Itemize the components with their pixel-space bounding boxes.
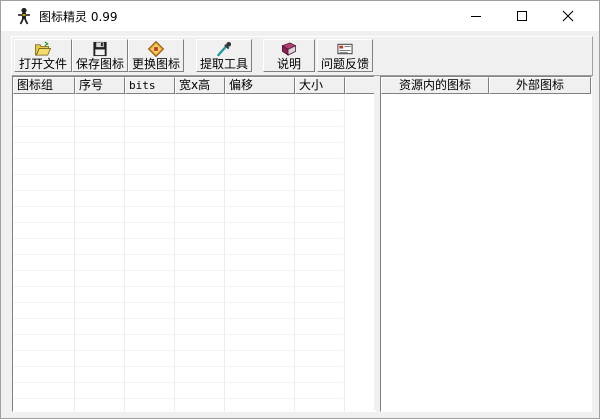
icon-group-list[interactable]: 图标组 序号 bits 宽x高 偏移 大小 [12,76,376,412]
grid-row-line [13,206,343,207]
replace-icon [147,41,165,57]
grid-row-line [13,318,343,319]
grid-row-line [13,158,343,159]
column-header-index[interactable]: 序号 [75,77,125,94]
icon-group-list-header: 图标组 序号 bits 宽x高 偏移 大小 [13,77,375,94]
replace-icon-label: 更换图标 [131,57,180,71]
toolbar: 打开文件 保存图标 更换图标 提取工具 说明 问题反馈 [11,36,593,76]
column-header-resource-icons[interactable]: 资源内的图标 [381,77,489,94]
grid-row-line [13,286,343,287]
replace-icon-button[interactable]: 更换图标 [128,39,184,72]
column-header-bits[interactable]: bits [125,77,175,94]
save-icon-label: 保存图标 [75,57,124,71]
maximize-button[interactable] [499,1,545,31]
eyedropper-icon [217,41,232,57]
feedback-label: 问题反馈 [320,57,369,71]
grid-row-line [13,174,343,175]
grid-row-line [13,238,343,239]
column-header-filler [345,77,375,94]
open-file-label: 打开文件 [18,57,67,71]
save-icon-button[interactable]: 保存图标 [72,39,128,72]
column-header-size[interactable]: 大小 [295,77,345,94]
open-file-button[interactable]: 打开文件 [14,39,72,72]
column-header-external-icons[interactable]: 外部图标 [489,77,591,94]
grid-row-line [13,190,343,191]
grid-row-line [13,254,343,255]
close-button[interactable] [545,1,591,31]
window-title: 图标精灵 0.99 [39,10,118,24]
grid-row-line [13,142,343,143]
minimize-icon [471,16,481,17]
minimize-button[interactable] [453,1,499,31]
help-label: 说明 [276,57,301,71]
grid-row-line [13,270,343,271]
main-window: 图标精灵 0.99 打开文件 保存图标 更换图标 提取工具 说明 问题反馈 图标… [0,0,600,419]
grid-row-line [13,222,343,223]
help-button[interactable]: 说明 [263,39,315,72]
extract-tool-label: 提取工具 [199,57,248,71]
extract-tool-button[interactable]: 提取工具 [196,39,252,72]
feedback-button[interactable]: 问题反馈 [317,39,373,72]
column-header-size-wh[interactable]: 宽x高 [175,77,225,94]
grid-row-line [13,334,343,335]
title-bar[interactable]: 图标精灵 0.99 [1,1,599,31]
grid-row-line [13,350,343,351]
grid-row-line [13,302,343,303]
grid-column-divider [344,94,345,411]
mail-icon [337,43,353,55]
grid-row-line [13,382,343,383]
column-header-icon-group[interactable]: 图标组 [13,77,75,94]
grid-row-line [13,366,343,367]
column-header-offset[interactable]: 偏移 [225,77,295,94]
icon-group-list-body[interactable] [13,94,375,411]
icon-resource-list[interactable]: 资源内的图标 外部图标 [380,76,592,412]
close-icon [562,10,574,22]
icon-resource-list-header: 资源内的图标 外部图标 [381,77,591,94]
grid-row-line [13,126,343,127]
maximize-icon [517,11,527,21]
app-figure-icon [18,7,30,25]
grid-row-line [13,398,343,399]
folder-open-icon [35,41,52,56]
book-icon [281,42,297,56]
floppy-disk-icon [93,41,107,57]
grid-row-line [13,110,343,111]
